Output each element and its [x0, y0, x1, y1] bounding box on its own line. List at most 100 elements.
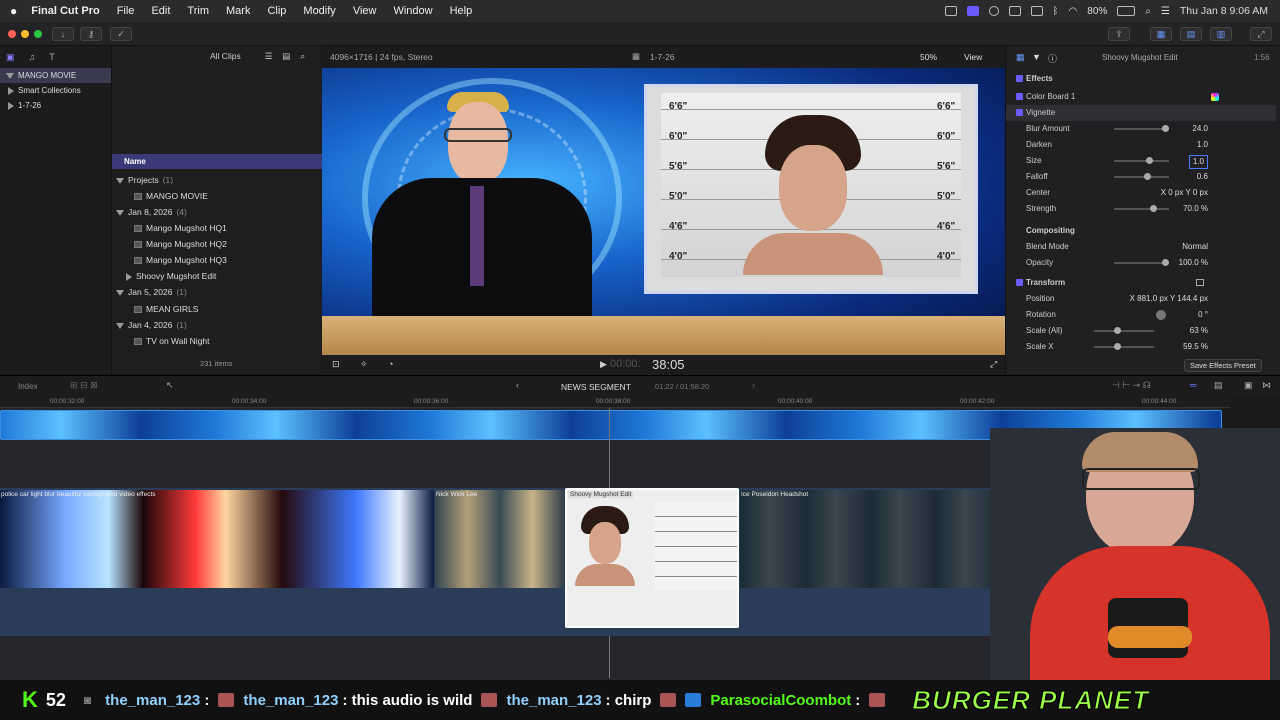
menu-file[interactable]: File	[117, 5, 135, 17]
param-row[interactable]: Darken 1.0	[1006, 137, 1276, 153]
display-icon[interactable]	[1030, 6, 1043, 16]
param-row[interactable]: Falloff 0.6	[1006, 169, 1276, 185]
keyboard-icon[interactable]	[1008, 6, 1021, 16]
browser-row[interactable]: Jan 8, 2026 (4)	[112, 204, 322, 220]
close-window-button[interactable]	[8, 30, 16, 38]
transform-tool-icon[interactable]: ⊡	[332, 359, 340, 370]
list-view-icon[interactable]: ☰	[265, 51, 273, 62]
menu-mark[interactable]: Mark	[226, 5, 250, 17]
param-row[interactable]: Scale (All) 63 %	[1006, 323, 1276, 339]
browser-row[interactable]: Mango Mugshot HQ1	[112, 220, 322, 236]
param-value[interactable]: 63 %	[1190, 323, 1208, 339]
app-menu[interactable]: Final Cut Pro	[31, 5, 99, 17]
param-value[interactable]: 59.5 %	[1183, 339, 1208, 355]
menu-modify[interactable]: Modify	[303, 5, 335, 17]
param-row[interactable]: Rotation 0 °	[1006, 307, 1276, 323]
share-button[interactable]: ⇪	[1108, 27, 1130, 41]
import-button[interactable]: ↓	[52, 27, 74, 41]
param-row[interactable]: Size 1.0	[1006, 153, 1276, 169]
edit-tools-icon[interactable]: ⊞ ⊟ ⊠	[70, 380, 98, 391]
transform-checkbox[interactable]	[1016, 279, 1023, 286]
smart-collections[interactable]: Smart Collections	[0, 83, 111, 98]
browser-row[interactable]: TV on Wall Night	[112, 333, 322, 349]
wifi-icon[interactable]: ◠	[1069, 6, 1078, 17]
event-1-7-26[interactable]: 1-7-26	[0, 98, 111, 113]
param-slider[interactable]	[1094, 343, 1154, 350]
menu-clip[interactable]: Clip	[267, 5, 286, 17]
view-popup[interactable]: View	[964, 52, 982, 62]
color-board-checkbox[interactable]	[1016, 93, 1023, 100]
param-row[interactable]: Strength 70.0 %	[1006, 201, 1276, 217]
menu-trim[interactable]: Trim	[187, 5, 209, 17]
save-effects-preset-button[interactable]: Save Effects Preset	[1184, 359, 1262, 372]
name-column-header[interactable]: Name	[112, 154, 322, 169]
param-row[interactable]: Scale X 59.5 %	[1006, 339, 1276, 355]
layout-timeline-button[interactable]: ▤	[1180, 27, 1202, 41]
param-value[interactable]: 0 °	[1198, 307, 1208, 323]
select-tool-icon[interactable]: ↖	[166, 380, 174, 391]
transform-onscreen-icon[interactable]	[1196, 279, 1204, 286]
blend-mode-popup[interactable]: Normal	[1182, 239, 1208, 255]
param-slider[interactable]	[1114, 205, 1169, 212]
layout-browser-button[interactable]: ▦	[1150, 27, 1172, 41]
vignette-checkbox[interactable]	[1016, 109, 1023, 116]
search-icon[interactable]: ⌕	[1145, 6, 1151, 17]
back-arrow-icon[interactable]: ‹	[516, 380, 519, 390]
minimize-window-button[interactable]	[21, 30, 29, 38]
browser-row[interactable]: Jan 4, 2026 (1)	[112, 317, 322, 333]
titles-icon[interactable]: T	[49, 52, 55, 62]
record-icon[interactable]	[966, 6, 979, 16]
timeline-tools-icon[interactable]: ⊣ ⊢ ⊸ ☊	[1112, 380, 1151, 391]
search-icon[interactable]: ⌕	[300, 51, 305, 62]
library-icon[interactable]: ▣	[6, 52, 15, 63]
effects-browser-icon[interactable]: ▣	[1244, 380, 1253, 391]
timecode[interactable]: 38:05	[652, 357, 685, 372]
layout-inspector-button[interactable]: ▥	[1210, 27, 1232, 41]
filter-popup[interactable]: All Clips	[210, 51, 241, 61]
param-value[interactable]: X 881.0 px Y 144.4 px	[1130, 291, 1208, 307]
photos-icon[interactable]: ♫	[29, 52, 36, 62]
battery-icon[interactable]	[1117, 6, 1136, 16]
clip-appearance-icon[interactable]: ▤	[1214, 380, 1223, 391]
zoom-popup[interactable]: 50%	[920, 52, 937, 62]
control-center-icon[interactable]: ☰	[1161, 6, 1170, 17]
fullscreen-button[interactable]: ⤢	[1250, 27, 1272, 41]
forward-arrow-icon[interactable]: ›	[752, 380, 755, 390]
param-value[interactable]: 70.0 %	[1183, 201, 1208, 217]
opacity-slider[interactable]	[1114, 259, 1169, 266]
color-board-row[interactable]: Color Board 1	[1006, 89, 1276, 105]
effects-section[interactable]: Effects	[1006, 71, 1276, 87]
compositing-section[interactable]: Compositing	[1006, 223, 1276, 239]
param-row[interactable]: Blur Amount 24.0	[1006, 121, 1276, 137]
param-value[interactable]: 100.0 %	[1179, 255, 1208, 271]
viewer-canvas[interactable]: 6'6" 6'0" 5'6" 5'0" 4'6" 4'0" 6'6" 6'0" …	[322, 68, 1005, 355]
browser-row[interactable]: MANGO MOVIE	[112, 188, 322, 204]
browser-row[interactable]: Jan 5, 2026 (1)	[112, 284, 322, 300]
param-slider[interactable]	[1094, 327, 1154, 334]
browser-row[interactable]: Mango Mugshot HQ2	[112, 236, 322, 252]
skimming-icon[interactable]: ═	[1190, 380, 1196, 390]
menu-window[interactable]: Window	[393, 5, 432, 17]
menu-help[interactable]: Help	[450, 5, 473, 17]
background-tasks-button[interactable]: ✓	[110, 27, 132, 41]
fullscreen-viewer-icon[interactable]: ⤢	[990, 359, 997, 370]
video-inspector-icon[interactable]: ▦	[1016, 52, 1025, 63]
menu-view[interactable]: View	[353, 5, 377, 17]
zoom-window-button[interactable]	[34, 30, 42, 38]
opacity-row[interactable]: Opacity 100.0 %	[1006, 255, 1276, 271]
filter-icon[interactable]: ▼	[1032, 52, 1041, 62]
color-swatch-icon[interactable]	[1211, 93, 1219, 101]
timeline-clip[interactable]: police car light blur beautiful backgrou…	[0, 490, 434, 588]
param-value[interactable]: 1.0	[1188, 155, 1208, 169]
screen-icon[interactable]	[944, 6, 957, 16]
browser-row[interactable]: MEAN GIRLS	[112, 301, 322, 317]
magic-wand-icon[interactable]: ✧	[360, 359, 368, 370]
browser-row[interactable]: Projects (1)	[112, 172, 322, 188]
timeline-clip[interactable]: Nick Wick Lee	[435, 490, 565, 588]
vignette-row[interactable]: Vignette	[1006, 105, 1276, 121]
info-icon[interactable]: ⓘ	[1048, 52, 1057, 65]
param-slider[interactable]	[1114, 173, 1169, 180]
browser-row[interactable]: Shoovy Mugshot Edit	[112, 268, 322, 284]
param-row[interactable]: Center X 0 px Y 0 px	[1006, 185, 1276, 201]
timeline-clip-selected[interactable]: Shoovy Mugshot Edit	[565, 488, 739, 628]
